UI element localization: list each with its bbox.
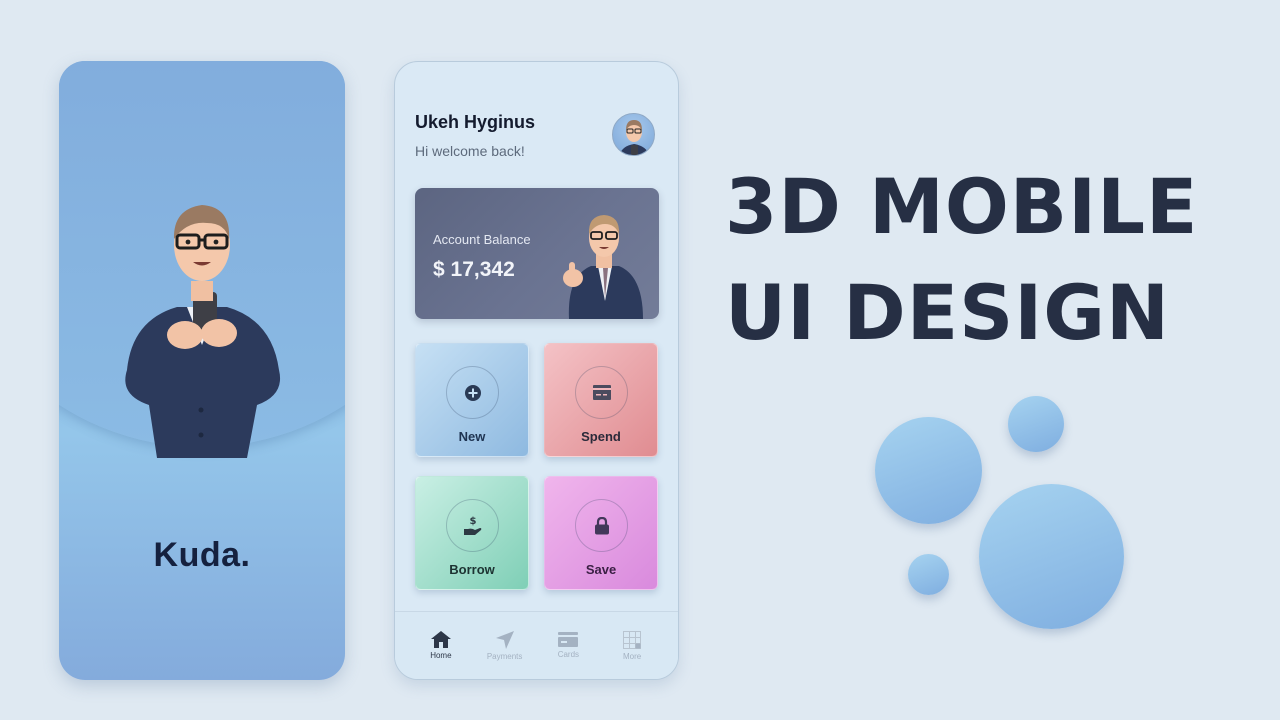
home-icon <box>430 631 451 648</box>
send-arrow-icon <box>495 630 514 649</box>
svg-text:$: $ <box>469 516 476 527</box>
spend-icon-ring <box>575 366 628 419</box>
splash-screen-mockup: Kuda. <box>59 61 345 680</box>
nav-more[interactable]: More <box>604 630 660 661</box>
headline-line-1: 3D MOBILE <box>725 162 1199 251</box>
save-action-tile[interactable]: Save <box>544 476 658 590</box>
bubble-large <box>979 484 1124 629</box>
nav-home[interactable]: Home <box>413 631 469 660</box>
headline-line-2: UI DESIGN <box>725 268 1170 357</box>
nav-home-label: Home <box>430 651 452 660</box>
grid-icon <box>623 630 642 649</box>
nav-payments-label: Payments <box>486 651 523 661</box>
user-name: Ukeh Hyginus <box>415 112 536 132</box>
home-screen-mockup: Ukeh Hyginus Hi welcome back! Account Ba… <box>394 61 679 680</box>
brand-logo: Kuda. <box>153 536 251 574</box>
new-action-tile[interactable]: New <box>415 343 529 457</box>
new-icon-ring <box>446 366 499 419</box>
avatar[interactable] <box>612 113 655 156</box>
bubble-small-top <box>1008 396 1064 452</box>
lock-icon <box>594 516 609 534</box>
greeting-text: Hi welcome back! <box>415 143 525 159</box>
avatar-illustration <box>619 120 650 155</box>
nav-more-label: More <box>623 651 642 661</box>
nav-payments[interactable]: Payments <box>477 630 533 661</box>
balance-label: Account Balance <box>433 232 531 247</box>
hand-dollar-icon: $ <box>463 516 481 535</box>
man-with-phone-illustration <box>125 205 281 458</box>
credit-card-icon <box>592 385 611 400</box>
save-label: Save <box>585 562 617 577</box>
spend-label: Spend <box>581 429 621 444</box>
borrow-action-tile[interactable]: $ Borrow <box>415 476 529 590</box>
bubble-medium <box>875 417 982 524</box>
nav-cards-label: Cards <box>557 650 580 659</box>
balance-amount: $ 17,342 <box>433 258 515 281</box>
nav-cards[interactable]: Cards <box>540 632 596 659</box>
borrow-label: Borrow <box>449 562 495 577</box>
card-icon <box>558 632 579 647</box>
new-label: New <box>458 429 486 444</box>
account-balance-card[interactable]: Account Balance $ 17,342 <box>415 188 659 319</box>
save-icon-ring <box>575 499 628 552</box>
spend-action-tile[interactable]: Spend <box>544 343 658 457</box>
headline: 3D MOBILE UI DESIGN <box>725 154 1203 366</box>
plus-circle-icon <box>464 384 481 401</box>
man-thumbs-up-illustration <box>563 215 643 319</box>
bottom-navigation: Home Payments Cards More <box>395 611 678 679</box>
borrow-icon-ring: $ <box>446 499 499 552</box>
bubble-small-bottom <box>908 554 949 595</box>
